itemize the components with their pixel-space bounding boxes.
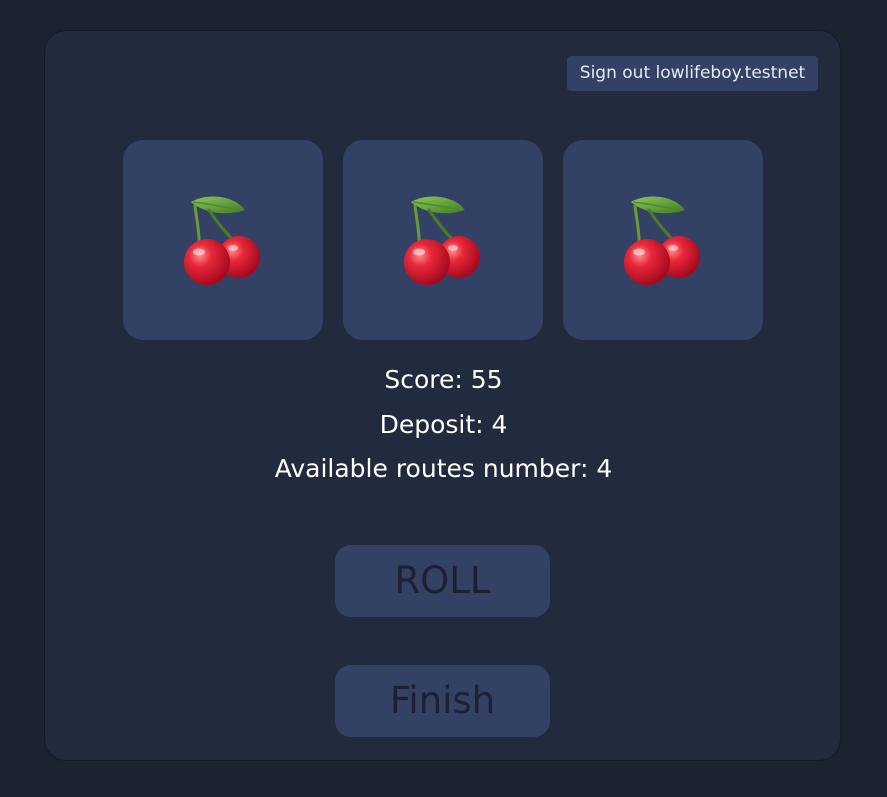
score-text: Score: 55 xyxy=(384,365,503,394)
reel-3 xyxy=(563,140,763,340)
deposit-text: Deposit: 4 xyxy=(379,410,508,439)
finish-button[interactable]: Finish xyxy=(335,665,550,737)
cherry-icon xyxy=(173,190,273,290)
roll-button[interactable]: ROLL xyxy=(335,545,550,617)
cherry-icon xyxy=(393,190,493,290)
reel-1 xyxy=(123,140,323,340)
reel-2 xyxy=(343,140,543,340)
game-panel: Sign out lowlifeboy.testnet Score: 55 De… xyxy=(44,30,841,761)
routes-text: Available routes number: 4 xyxy=(274,454,613,483)
cherry-icon xyxy=(613,190,713,290)
sign-out-button[interactable]: Sign out lowlifeboy.testnet xyxy=(567,56,818,91)
